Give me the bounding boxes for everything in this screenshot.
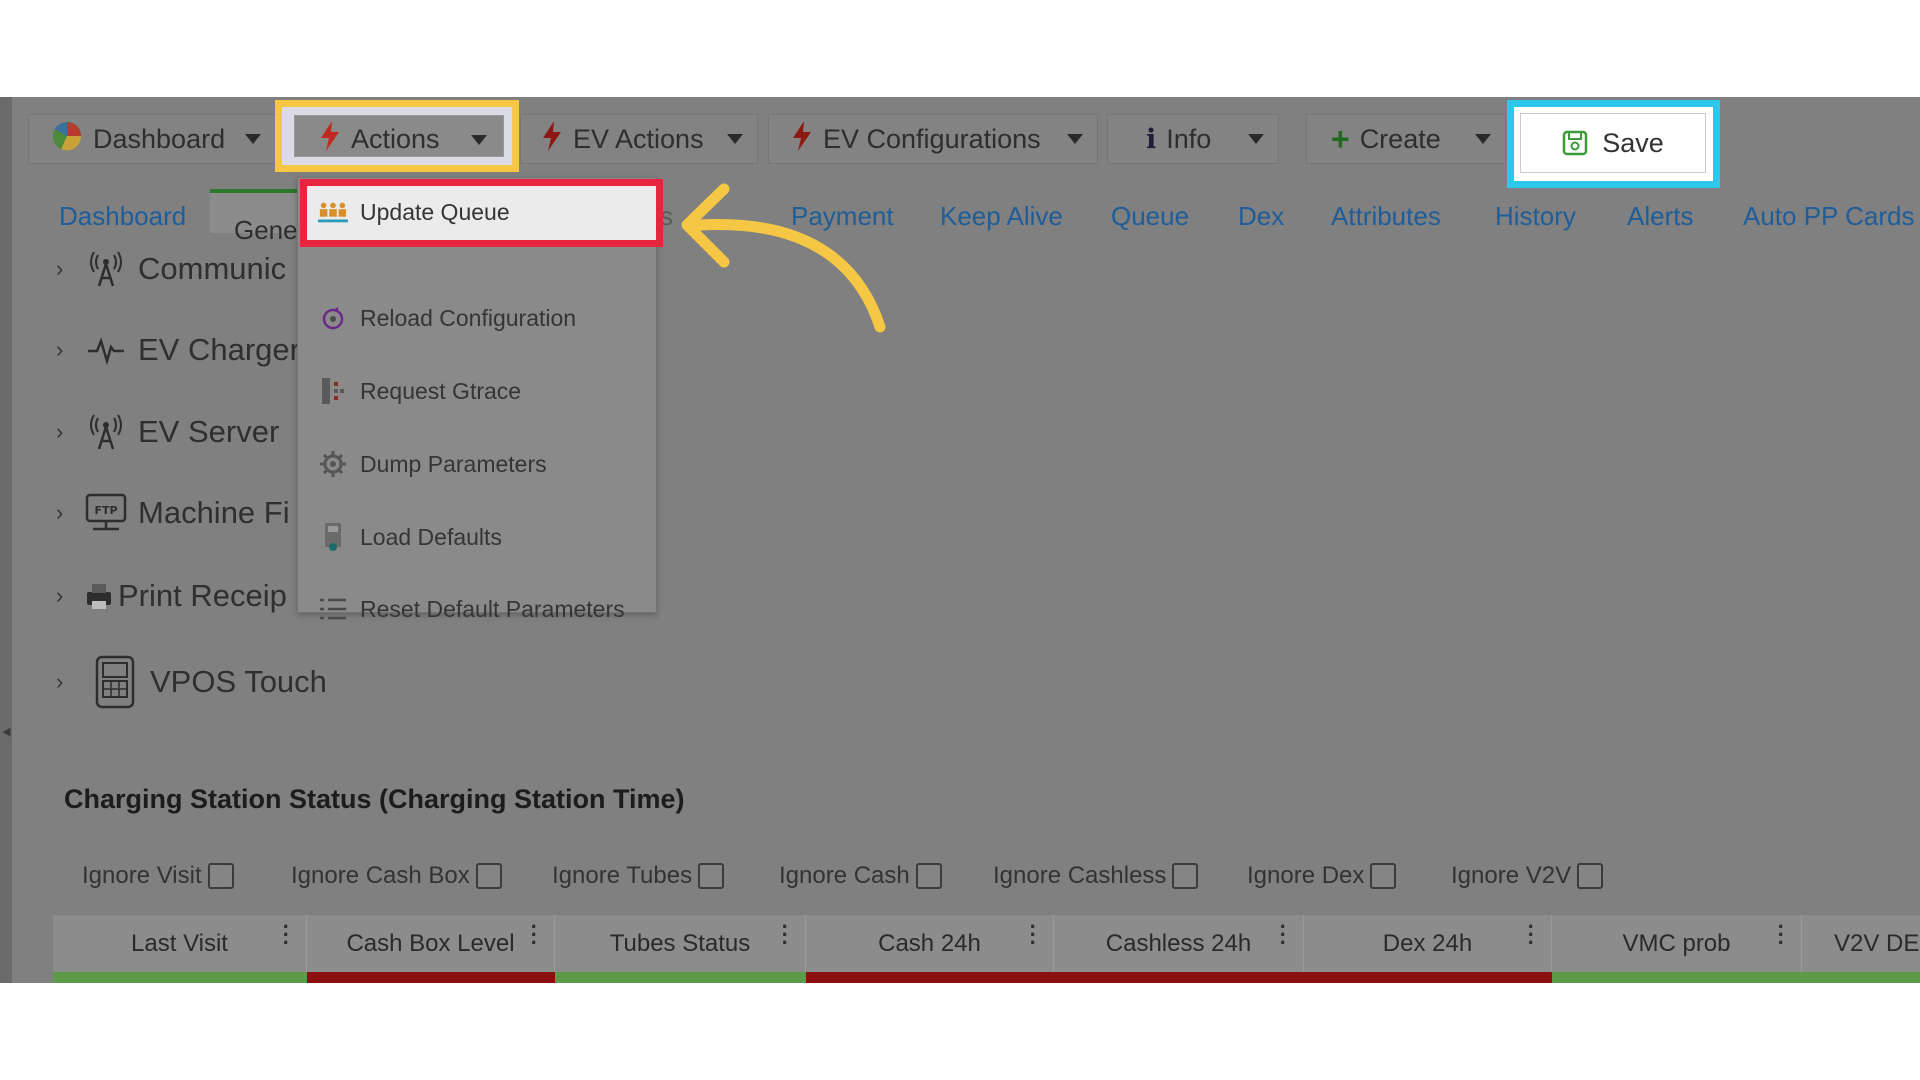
annotation-arrow [681,183,886,333]
